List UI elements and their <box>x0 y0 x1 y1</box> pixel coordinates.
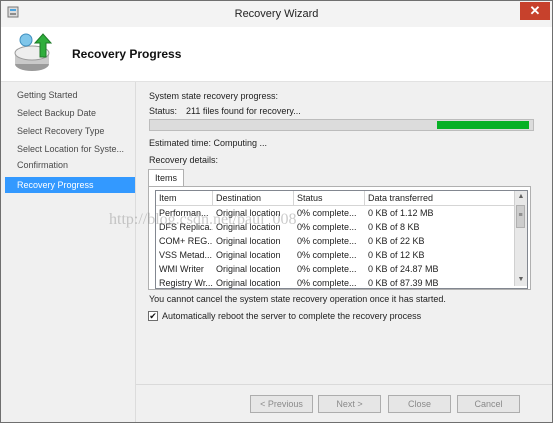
cell-status: 0% complete... <box>297 250 357 260</box>
cancel-button[interactable]: Cancel <box>457 395 520 413</box>
cell-item: DFS Replica... <box>159 222 213 232</box>
cell-item: Performan... <box>159 208 209 218</box>
scroll-down-arrow-icon[interactable]: ▼ <box>515 274 527 286</box>
table-header: Item Destination Status Data transferred <box>156 191 515 206</box>
cell-destination: Original location <box>216 222 281 232</box>
nav-item-getting-started[interactable]: Getting Started <box>5 87 135 103</box>
cell-item: Registry Wr... <box>159 278 213 288</box>
title-bar: Recovery Wizard ✕ <box>1 1 552 27</box>
column-header-destination[interactable]: Destination <box>213 191 294 205</box>
auto-reboot-checkbox[interactable]: ✔ <box>148 311 158 321</box>
main-content: System state recovery progress: Status: … <box>136 82 552 422</box>
cell-status: 0% complete... <box>297 278 357 288</box>
column-header-data-transferred[interactable]: Data transferred <box>365 191 515 205</box>
cell-data-transferred: 0 KB of 1.12 MB <box>368 208 434 218</box>
cell-item: COM+ REG... <box>159 236 213 246</box>
recovery-items-table: Item Destination Status Data transferred… <box>155 190 528 289</box>
cell-item: VSS Metad... <box>159 250 213 260</box>
nav-item-select-recovery-type[interactable]: Select Recovery Type <box>5 123 135 139</box>
previous-button[interactable]: < Previous <box>250 395 313 413</box>
table-row[interactable]: VSS Metad... Original location 0% comple… <box>156 248 515 262</box>
table-row[interactable]: WMI Writer Original location 0% complete… <box>156 262 515 276</box>
close-button[interactable]: Close <box>388 395 451 413</box>
recovery-details-label: Recovery details: <box>149 155 219 165</box>
nav-item-select-location[interactable]: Select Location for Syste... <box>5 141 135 157</box>
cell-destination: Original location <box>216 278 281 288</box>
cell-data-transferred: 0 KB of 12 KB <box>368 250 425 260</box>
cell-status: 0% complete... <box>297 264 357 274</box>
scroll-up-arrow-icon[interactable]: ▲ <box>515 191 527 203</box>
progress-heading: System state recovery progress: <box>149 91 279 101</box>
column-header-item[interactable]: Item <box>156 191 213 205</box>
backup-recovery-icon <box>11 31 57 79</box>
table-row[interactable]: Performan... Original location 0% comple… <box>156 206 515 220</box>
cell-destination: Original location <box>216 264 281 274</box>
recovery-wizard-window: Recovery Wizard ✕ Recovery Progress Gett… <box>0 0 553 423</box>
column-header-status[interactable]: Status <box>294 191 365 205</box>
wizard-step-nav: Getting Started Select Backup Date Selec… <box>1 82 136 422</box>
cell-destination: Original location <box>216 250 281 260</box>
cell-data-transferred: 0 KB of 24.87 MB <box>368 264 439 274</box>
status-label: Status: <box>149 106 178 116</box>
cell-destination: Original location <box>216 236 281 246</box>
page-title: Recovery Progress <box>72 47 182 61</box>
close-window-button[interactable]: ✕ <box>520 2 550 20</box>
wizard-header: Recovery Progress <box>1 27 552 82</box>
next-button[interactable]: Next > <box>318 395 381 413</box>
estimated-time: Estimated time: Computing ... <box>149 138 268 148</box>
window-title: Recovery Wizard <box>234 8 319 20</box>
table-row[interactable]: DFS Replica... Original location 0% comp… <box>156 220 515 234</box>
nav-item-confirmation[interactable]: Confirmation <box>5 157 135 173</box>
cell-data-transferred: 0 KB of 22 KB <box>368 236 425 246</box>
table-row[interactable]: Registry Wr... Original location 0% comp… <box>156 276 515 288</box>
recovery-progress-bar <box>149 119 534 131</box>
cell-data-transferred: 0 KB of 8 KB <box>368 222 420 232</box>
table-row[interactable]: COM+ REG... Original location 0% complet… <box>156 234 515 248</box>
nav-item-select-backup-date[interactable]: Select Backup Date <box>5 105 135 121</box>
tab-items[interactable]: Items <box>148 169 184 187</box>
cell-status: 0% complete... <box>297 208 357 218</box>
items-tab-panel: Item Destination Status Data transferred… <box>148 186 531 290</box>
nav-item-recovery-progress[interactable]: Recovery Progress <box>5 177 135 193</box>
cell-destination: Original location <box>216 208 281 218</box>
status-value: 211 files found for recovery... <box>186 106 301 116</box>
cell-data-transferred: 0 KB of 87.39 MB <box>368 278 439 288</box>
cannot-cancel-note: You cannot cancel the system state recov… <box>149 294 446 304</box>
footer-divider <box>136 384 552 385</box>
cell-status: 0% complete... <box>297 222 357 232</box>
scroll-thumb[interactable]: ≡ <box>516 205 525 228</box>
cell-item: WMI Writer <box>159 264 204 274</box>
progress-bar-fill <box>437 121 529 129</box>
cell-status: 0% complete... <box>297 236 357 246</box>
table-vertical-scrollbar[interactable]: ▲ ≡ ▼ <box>514 191 527 286</box>
auto-reboot-label[interactable]: Automatically reboot the server to compl… <box>162 311 421 321</box>
